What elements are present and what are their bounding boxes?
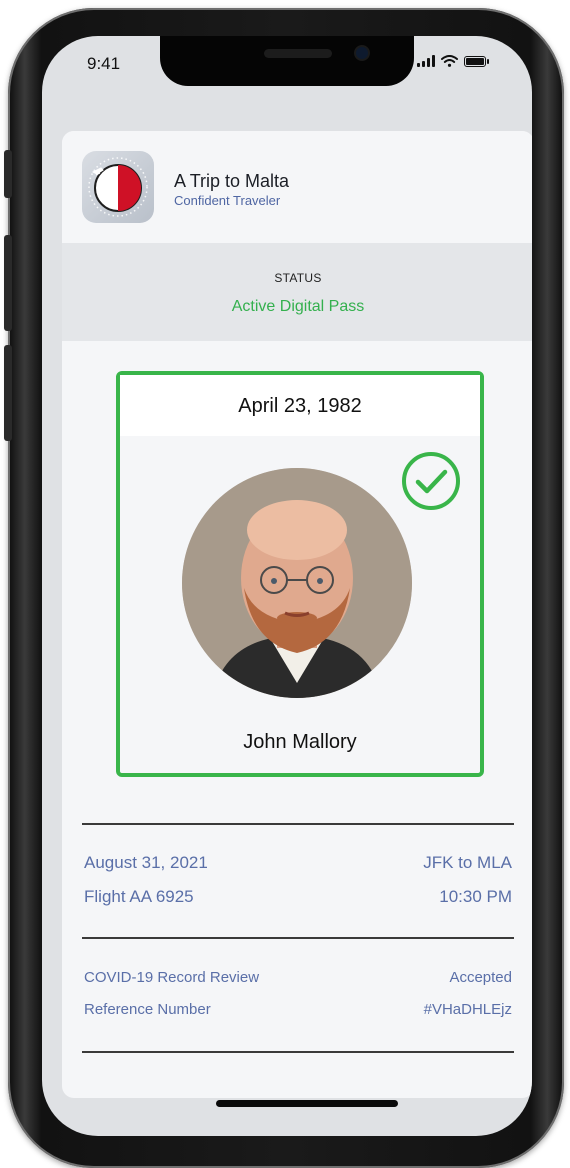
status-bar-icons — [417, 55, 489, 67]
flight-date-row: August 31, 2021 JFK to MLA — [84, 853, 512, 873]
pass-date-band: April 23, 1982 — [120, 375, 480, 436]
record-review-row: COVID-19 Record Review Accepted — [84, 969, 512, 986]
card-header: A Trip to Malta Confident Traveler — [62, 131, 532, 243]
reference-number-row: Reference Number #VHaDHLEjz — [84, 1001, 512, 1018]
digital-pass: April 23, 1982 John Mallory — [116, 371, 484, 777]
flight-number: Flight AA 6925 — [84, 887, 194, 906]
malta-app-icon[interactable] — [82, 151, 154, 223]
divider — [82, 823, 514, 825]
volume-down-button — [4, 345, 12, 441]
record-review-value: Accepted — [449, 969, 512, 986]
divider — [82, 937, 514, 939]
record-review-label: COVID-19 Record Review — [84, 969, 260, 986]
status-bar-time: 9:41 — [87, 54, 121, 73]
flight-date: August 31, 2021 — [84, 853, 208, 872]
mute-switch — [4, 150, 12, 198]
travel-pass-card: A Trip to Malta Confident Traveler STATU… — [62, 131, 532, 1098]
status-value: Active Digital Pass — [231, 298, 365, 315]
speaker-grille — [264, 49, 332, 58]
verified-check-icon — [402, 452, 460, 510]
battery-icon — [464, 55, 489, 67]
front-camera-icon — [356, 47, 368, 59]
traveler-avatar — [182, 468, 412, 698]
volume-up-button — [4, 235, 12, 331]
date-of-birth: April 23, 1982 — [238, 395, 362, 417]
status-label: STATUS — [274, 271, 322, 285]
status-section: STATUS Active Digital Pass — [62, 243, 532, 341]
reference-number-value: #VHaDHLEjz — [423, 1001, 512, 1018]
app-subtitle: Confident Traveler — [174, 193, 281, 208]
notch — [160, 36, 414, 86]
traveler-name: John Mallory — [243, 731, 357, 753]
cellular-signal-icon — [417, 55, 435, 67]
phone-screen: 9:41 A Trip to Malta Confident Traveler — [42, 36, 532, 1136]
flight-number-row: Flight AA 6925 10:30 PM — [84, 887, 512, 907]
app-title: A Trip to Malta — [174, 171, 290, 191]
wifi-icon — [441, 55, 458, 67]
divider — [82, 1051, 514, 1053]
malta-flag-globe-icon — [88, 157, 148, 217]
reference-number-label: Reference Number — [84, 1001, 211, 1018]
home-indicator[interactable] — [216, 1100, 398, 1107]
flight-route: JFK to MLA — [423, 853, 512, 872]
flight-time: 10:30 PM — [439, 887, 512, 906]
